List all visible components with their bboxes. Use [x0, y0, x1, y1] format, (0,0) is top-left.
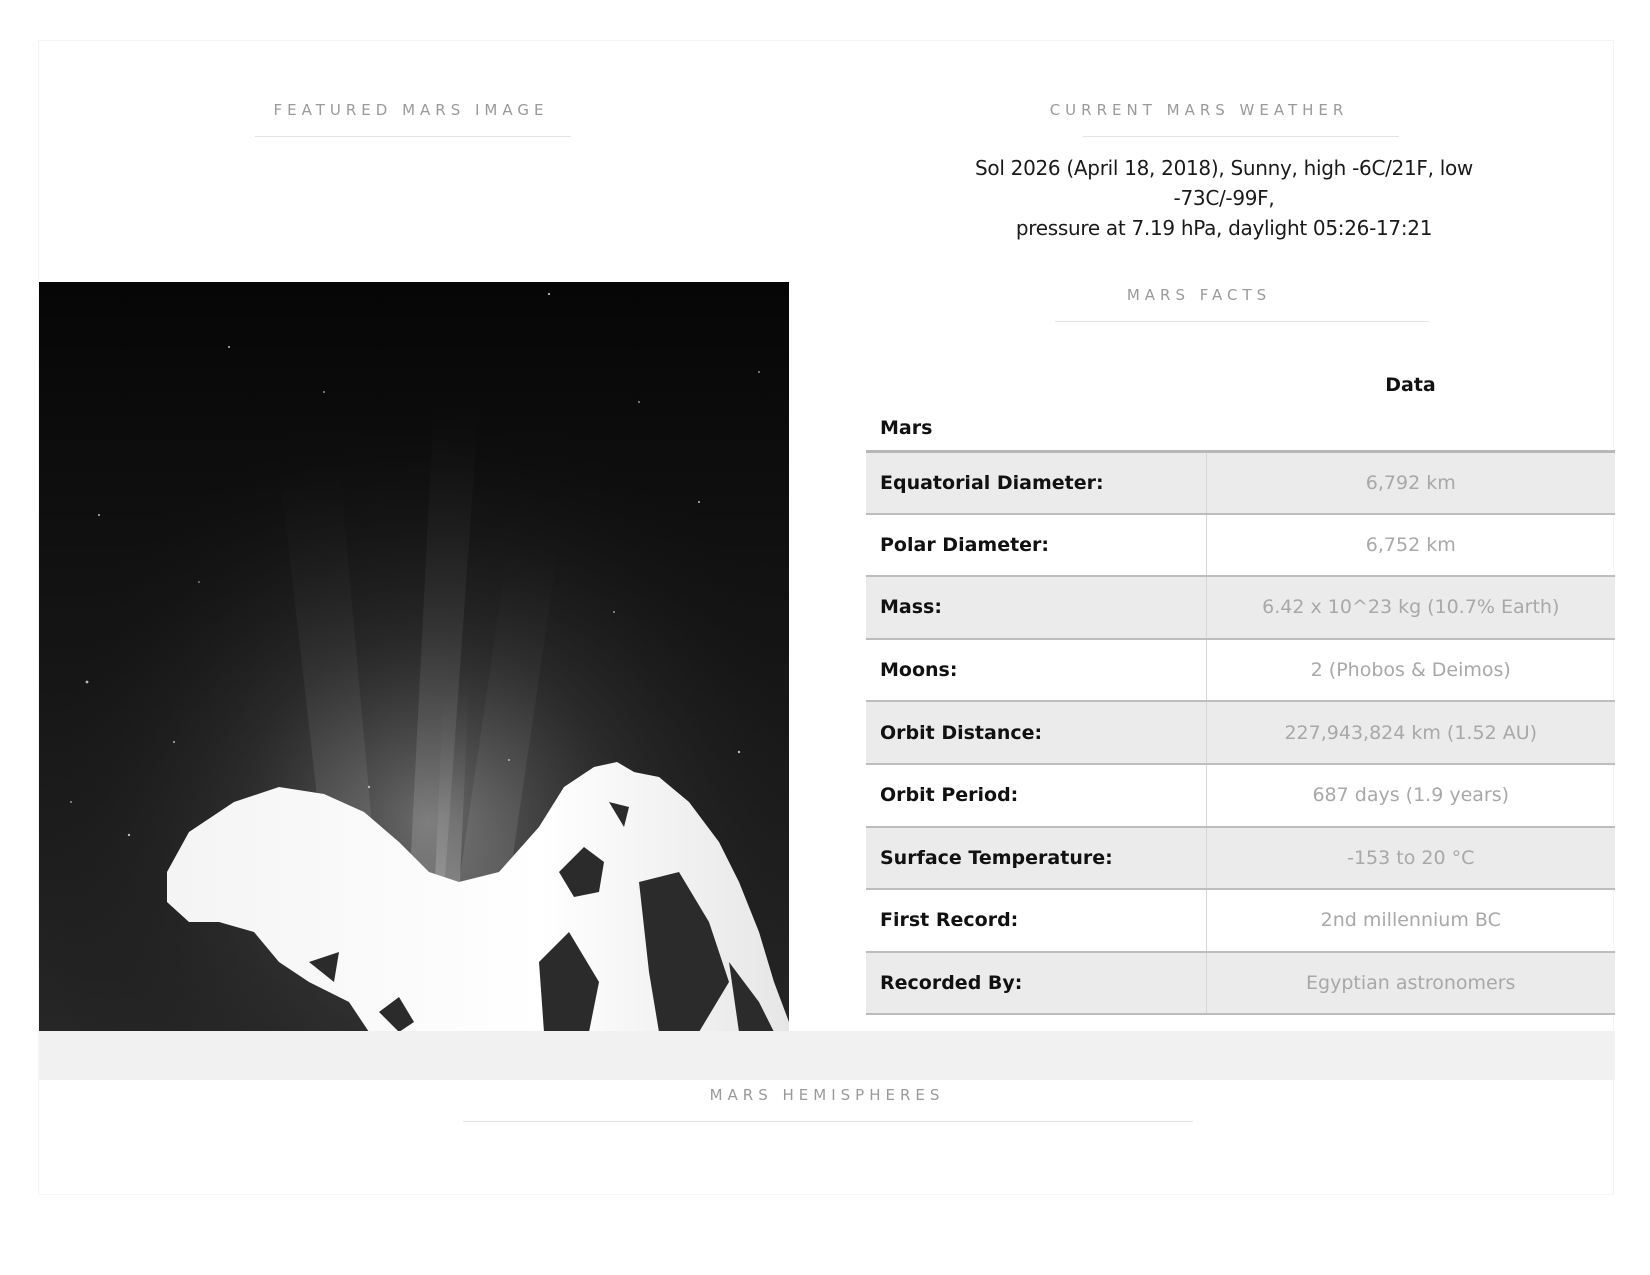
featured-image-rule	[255, 136, 571, 137]
table-row: Mass: 6.42 x 10^23 kg (10.7% Earth)	[866, 576, 1615, 640]
table-row: Equatorial Diameter: 6,792 km	[866, 451, 1615, 515]
weather-rule	[1083, 136, 1399, 137]
hemispheres-title: MARS HEMISPHERES	[709, 1086, 945, 1104]
fact-label: Equatorial Diameter:	[866, 451, 1207, 515]
fact-value: 2 (Phobos & Deimos)	[1206, 638, 1615, 703]
mars-facts-table: Data Mars Equatorial Diameter: 6,792 km …	[866, 363, 1615, 1016]
table-row: Orbit Distance: 227,943,824 km (1.52 AU)	[866, 701, 1615, 765]
section-divider-band	[39, 1031, 1615, 1080]
fact-value: 6,752 km	[1206, 513, 1615, 578]
fact-value: 6.42 x 10^23 kg (10.7% Earth)	[1206, 576, 1615, 640]
comet-image-graphic	[39, 282, 789, 1032]
fact-value: -153 to 20 °C	[1206, 826, 1615, 891]
weather-line-2: pressure at 7.19 hPa, daylight 05:26-17:…	[1015, 216, 1433, 240]
hemispheres-rule	[463, 1121, 1193, 1122]
featured-image-title: FEATURED MARS IMAGE	[273, 101, 549, 119]
table-row: Surface Temperature: -153 to 20 °C	[866, 826, 1615, 891]
fact-label: Orbit Distance:	[866, 701, 1207, 765]
fact-label: Polar Diameter:	[866, 513, 1207, 578]
fact-value: 2nd millennium BC	[1206, 889, 1615, 953]
fact-value: 6,792 km	[1206, 451, 1615, 515]
facts-empty-header	[1206, 407, 1615, 453]
weather-title: CURRENT MARS WEATHER	[1049, 101, 1349, 119]
table-row: Recorded By: Egyptian astronomers	[866, 951, 1615, 1016]
facts-corner-cell	[866, 363, 1206, 407]
page-container: FEATURED MARS IMAGE CURRENT MARS WEATHER…	[38, 40, 1615, 1195]
facts-title: MARS FACTS	[1126, 286, 1272, 304]
facts-row-header: Mars	[866, 407, 1206, 453]
facts-rule	[1055, 321, 1429, 322]
fact-value: Egyptian astronomers	[1206, 951, 1615, 1016]
weather-report: Sol 2026 (April 18, 2018), Sunny, high -…	[929, 153, 1519, 243]
weather-line-1: Sol 2026 (April 18, 2018), Sunny, high -…	[975, 156, 1473, 210]
table-row: First Record: 2nd millennium BC	[866, 889, 1615, 953]
fact-label: Moons:	[866, 638, 1207, 703]
fact-label: Surface Temperature:	[866, 826, 1207, 891]
fact-value: 687 days (1.9 years)	[1206, 763, 1615, 828]
featured-mars-image[interactable]	[39, 282, 789, 1032]
facts-row-header-row: Mars	[866, 407, 1615, 453]
fact-label: First Record:	[866, 889, 1207, 953]
table-row: Moons: 2 (Phobos & Deimos)	[866, 638, 1615, 703]
table-row: Polar Diameter: 6,752 km	[866, 513, 1615, 578]
fact-label: Mass:	[866, 576, 1207, 640]
facts-header-row: Data	[866, 363, 1615, 407]
fact-label: Orbit Period:	[866, 763, 1207, 828]
fact-label: Recorded By:	[866, 951, 1207, 1016]
fact-value: 227,943,824 km (1.52 AU)	[1206, 701, 1615, 765]
facts-column-header: Data	[1385, 374, 1436, 396]
table-row: Orbit Period: 687 days (1.9 years)	[866, 763, 1615, 828]
